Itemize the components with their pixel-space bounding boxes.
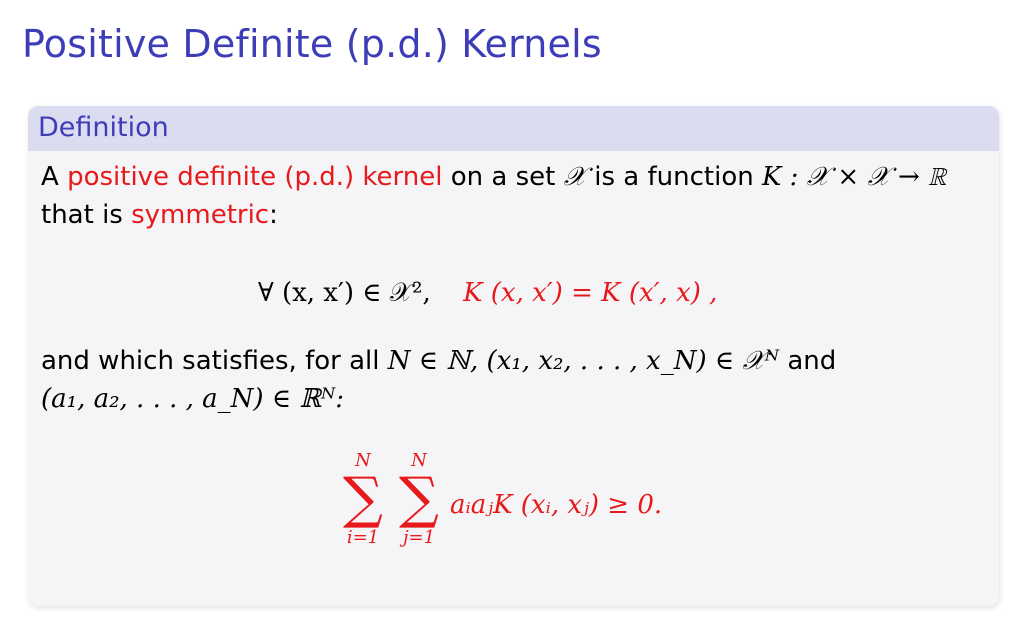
sum-j-symbol: ∑: [399, 466, 439, 531]
line2-suffix: :: [269, 200, 278, 230]
sum-j: N ∑ j=1: [394, 450, 444, 548]
line3-suffix: and: [779, 346, 837, 376]
line3-text: and which satisfies, for all: [41, 346, 388, 376]
symmetry-quantifier: ∀ (x, x′) ∈ 𝒳²,: [258, 278, 440, 308]
definition-block: Definition A positive definite (p.d.) ke…: [28, 106, 999, 606]
positivity-body: aᵢaⱼK (xᵢ, xⱼ) ≥ 0.: [450, 490, 663, 520]
sum-i: N ∑ i=1: [338, 450, 388, 548]
positivity-equation: N ∑ i=1 N ∑ j=1 aᵢaⱼK (xᵢ, xⱼ) ≥ 0.: [338, 450, 698, 570]
symmetry-equation: ∀ (x, x′) ∈ 𝒳², K (x, x′) = K (x′, x) ,: [258, 278, 717, 309]
points-condition: N ∈ ℕ, (x₁, x₂, . . . , x_N) ∈ 𝒳ᴺ: [387, 346, 780, 376]
term-positive-definite-kernel: positive definite (p.d.) kernel: [67, 162, 443, 192]
line1-prefix: A: [41, 162, 68, 192]
set-symbol: 𝒳: [563, 162, 586, 192]
sum-i-symbol: ∑: [343, 466, 383, 531]
term-symmetric: symmetric: [131, 200, 270, 230]
line1-mid: on a set: [442, 162, 564, 192]
definition-line-1: A positive definite (p.d.) kernel on a s…: [41, 160, 946, 194]
block-title: Definition: [38, 112, 169, 143]
definition-line-2: that is symmetric:: [41, 198, 278, 232]
block-header: Definition: [28, 106, 999, 151]
line1-after: is a function: [586, 162, 762, 192]
coefficients-condition: (a₁, a₂, . . . , a_N) ∈ ℝᴺ:: [41, 384, 345, 414]
line2-prefix: that is: [41, 200, 132, 230]
kernel-signature: K : 𝒳 × 𝒳 → ℝ: [761, 162, 947, 192]
symmetry-condition: K (x, x′) = K (x′, x) ,: [463, 278, 718, 308]
definition-line-4: (a₁, a₂, . . . , a_N) ∈ ℝᴺ:: [41, 382, 344, 416]
definition-line-3: and which satisfies, for all N ∈ ℕ, (x₁,…: [41, 344, 836, 378]
slide-title: Positive Definite (p.d.) Kernels: [22, 22, 602, 66]
